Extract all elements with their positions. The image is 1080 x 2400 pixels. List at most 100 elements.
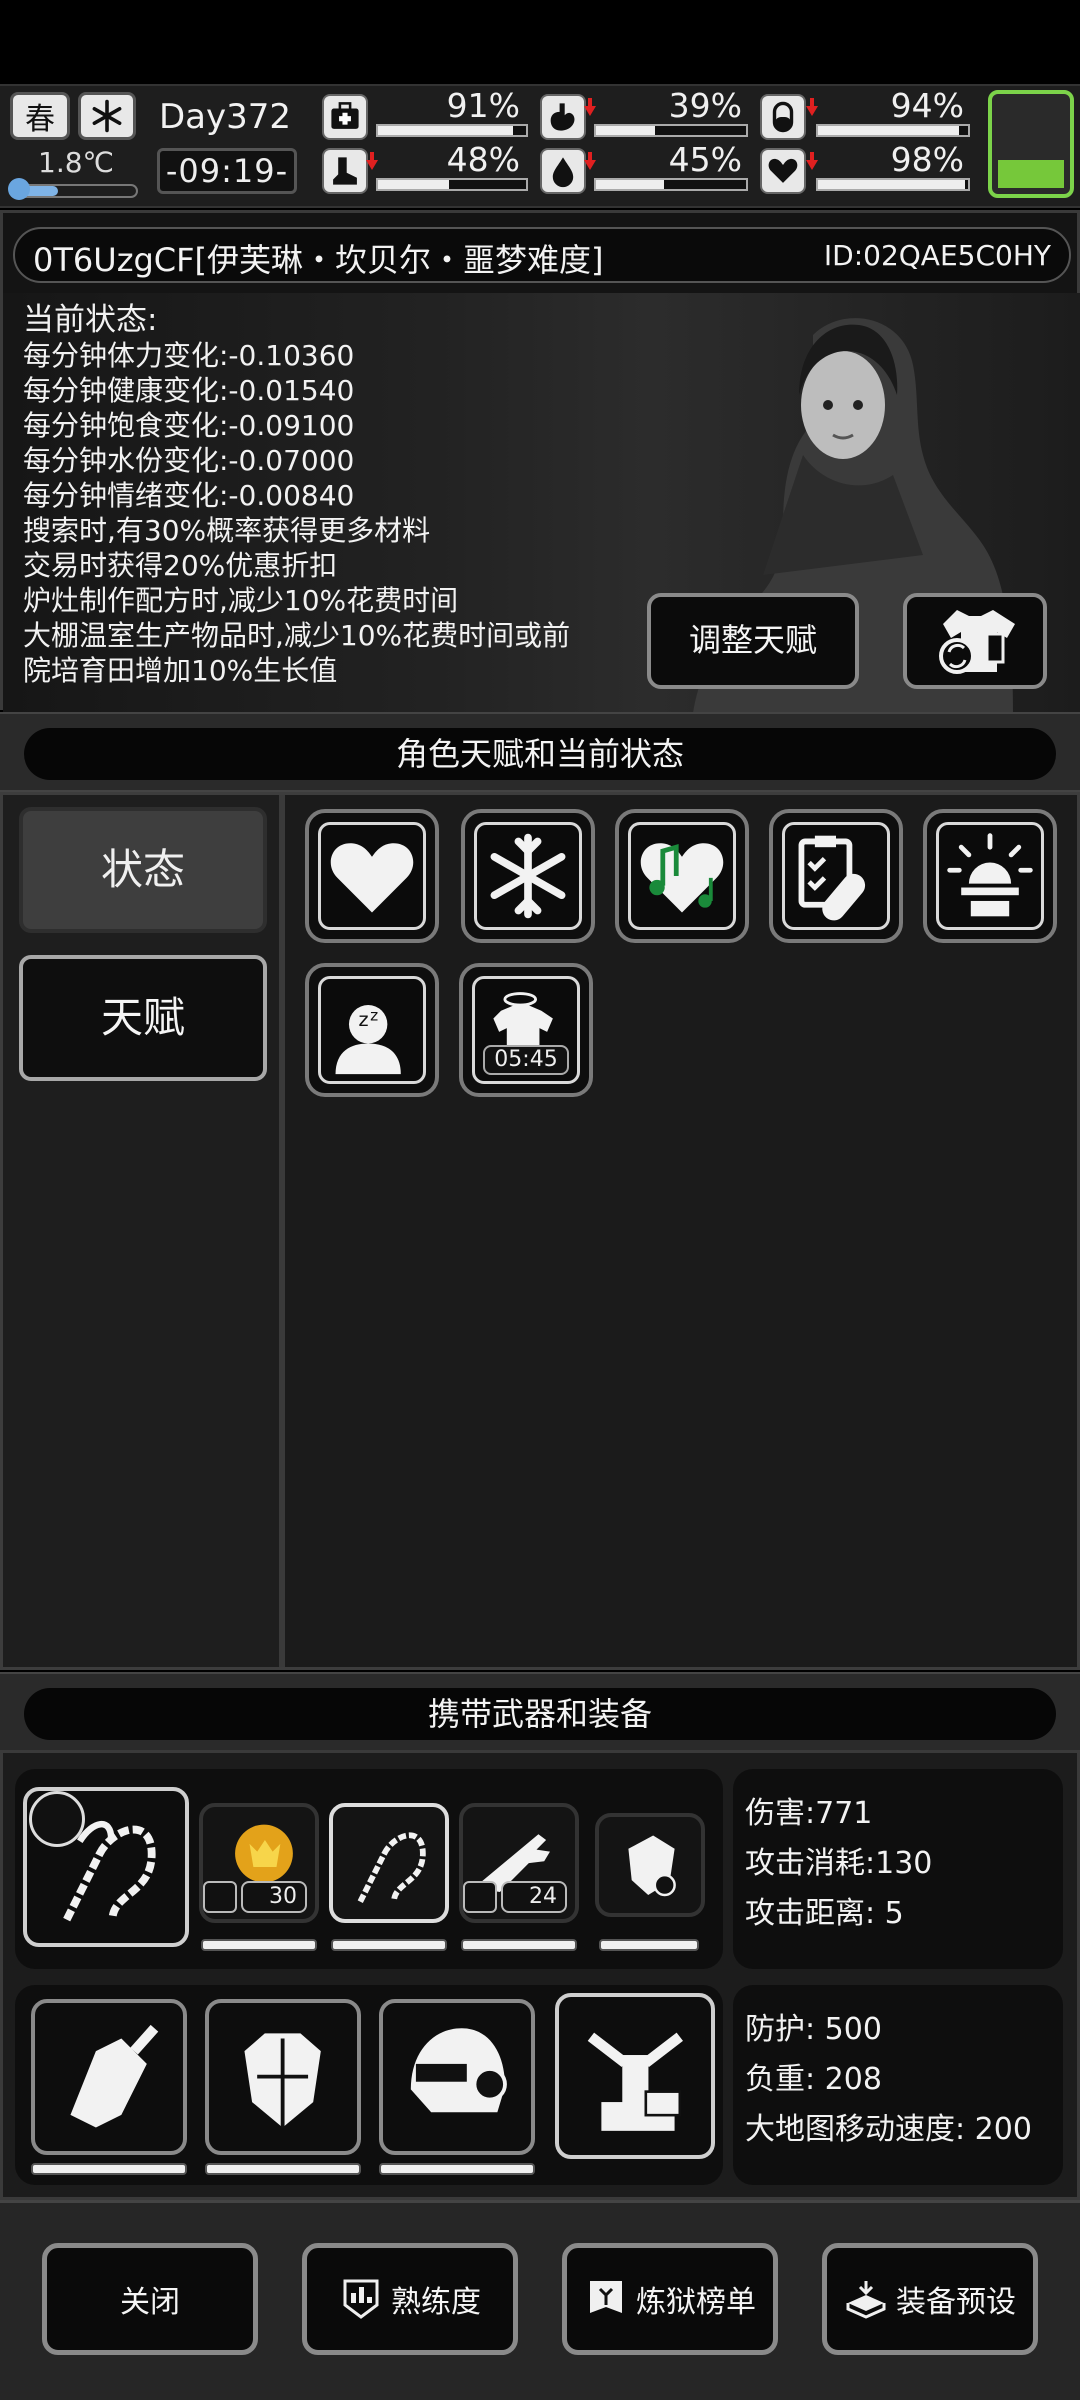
armor-row xyxy=(15,1985,723,2185)
tab-talent[interactable]: 天赋 xyxy=(19,955,267,1081)
stamina-percent: 48% xyxy=(446,140,520,179)
defense-stat: 防护: 500 xyxy=(745,2012,882,2047)
temperature: 1.8℃ xyxy=(38,146,114,179)
mood-bar xyxy=(816,178,970,191)
svg-text:z: z xyxy=(370,1006,378,1024)
proficiency-label: 熟练度 xyxy=(391,2285,481,2320)
durability-bar xyxy=(201,1939,317,1951)
preset-box-icon xyxy=(846,2281,886,2319)
status-tile[interactable]: zz xyxy=(305,963,439,1097)
talent-section-header: 角色天赋和当前状态 xyxy=(0,712,1080,792)
water-percent: 45% xyxy=(668,140,742,179)
armor-stats: 防护: 500 负重: 208 大地图移动速度: 200 xyxy=(733,1985,1063,2185)
ranking-button[interactable]: 炼狱榜单 xyxy=(562,2243,778,2355)
status-title: 当前状态: xyxy=(23,302,158,338)
status-line: 院培育田增加10%生长值 xyxy=(23,654,338,687)
tab-status[interactable]: 状态 xyxy=(19,807,267,933)
load-stat: 负重: 208 xyxy=(745,2062,882,2097)
helmet-icon xyxy=(411,2028,508,2113)
heart-icon xyxy=(760,148,806,194)
weapon-skill-badge xyxy=(29,1791,85,1847)
change-outfit-button[interactable] xyxy=(903,593,1047,689)
damage-stat: 伤害:771 xyxy=(745,1796,873,1831)
close-label: 关闭 xyxy=(120,2285,180,2320)
close-button[interactable]: 关闭 xyxy=(42,2243,258,2355)
alarm-light-icon xyxy=(947,833,1033,917)
weapon-slot[interactable]: 30 xyxy=(199,1803,319,1923)
gauntlet-icon xyxy=(70,2025,159,2128)
status-tile[interactable] xyxy=(769,809,903,943)
status-tile[interactable] xyxy=(923,809,1057,943)
armored-glove-icon xyxy=(628,1835,677,1896)
equipment-section-header: 携带武器和装备 xyxy=(0,1672,1080,1752)
armor-slot[interactable] xyxy=(379,1999,535,2155)
status-line: 每分钟体力变化:-0.10360 xyxy=(23,339,355,372)
character-panel: 0T6UzgCF[伊芙琳・坎贝尔・噩梦难度] ID:02QAE5C0HY 当前状… xyxy=(0,210,1080,713)
section-title: 携带武器和装备 xyxy=(24,1688,1056,1740)
backpack-slot[interactable] xyxy=(555,1993,715,2159)
ammo-icon xyxy=(203,1881,237,1913)
status-line: 每分钟情绪变化:-0.00840 xyxy=(23,479,355,512)
status-tile[interactable] xyxy=(305,809,439,943)
boot-icon xyxy=(322,148,368,194)
water-drop-icon xyxy=(540,148,586,194)
music-heart-icon xyxy=(640,843,724,913)
sleeping-person-icon: zz xyxy=(335,1005,401,1075)
status-tile[interactable]: 05:45 xyxy=(459,963,593,1097)
weapon-row: 30 24 xyxy=(15,1769,723,1969)
falling-indicator-icon xyxy=(584,152,596,170)
attack-cost-stat: 攻击消耗:130 xyxy=(745,1846,933,1881)
durability-bar xyxy=(331,1939,447,1951)
ammo-count: 30 xyxy=(203,1881,307,1913)
pill-icon xyxy=(760,94,806,140)
equipment-panel: 30 24 伤害:771 攻击消耗:130 攻击距离: 5 防护: 500 负重… xyxy=(0,1750,1080,2200)
proficiency-icon xyxy=(343,2279,379,2319)
character-name: 0T6UzgCF[伊芙琳・坎贝尔・噩梦难度] xyxy=(33,241,604,279)
equipment-preset-button[interactable]: 装备预设 xyxy=(822,2243,1038,2355)
durability-bar xyxy=(599,1939,699,1951)
stomach-icon xyxy=(540,94,586,140)
svg-text:z: z xyxy=(359,1008,369,1031)
medkit-icon xyxy=(322,94,368,140)
weapon-slot[interactable]: 24 xyxy=(459,1803,579,1923)
ammo-icon xyxy=(463,1881,497,1913)
temperature-bar xyxy=(14,184,138,198)
talent-area: 状态 天赋 zz 05:45 xyxy=(0,792,1080,1670)
proficiency-button[interactable]: 熟练度 xyxy=(302,2243,518,2355)
ranking-banner-icon xyxy=(590,2281,622,2313)
falling-indicator-icon xyxy=(584,98,596,116)
durability-bar xyxy=(379,2163,535,2175)
status-tile[interactable] xyxy=(615,809,749,943)
weapon-stats: 伤害:771 攻击消耗:130 攻击距离: 5 xyxy=(733,1769,1063,1969)
medicine-percent: 94% xyxy=(890,86,964,125)
thermometer-icon xyxy=(8,178,30,200)
hunger-percent: 39% xyxy=(668,86,742,125)
durability-bar xyxy=(31,2163,187,2175)
chest-armor-icon xyxy=(244,2033,322,2128)
hunger-bar xyxy=(594,124,748,137)
heart-icon xyxy=(330,843,414,913)
status-line: 搜索时,有30%概率获得更多材料 xyxy=(23,514,431,547)
health-bar xyxy=(376,124,528,137)
weapon-slot[interactable] xyxy=(595,1813,705,1917)
armor-slot[interactable] xyxy=(205,1999,361,2155)
snowflake-weather-icon xyxy=(78,92,136,140)
section-title: 角色天赋和当前状态 xyxy=(24,728,1056,780)
adjust-talent-button[interactable]: 调整天赋 xyxy=(647,593,859,689)
season-badge: 春 xyxy=(10,92,70,140)
backpack-frame-icon xyxy=(587,2032,683,2131)
map-speed-stat: 大地图移动速度: 200 xyxy=(745,2112,1032,2147)
buff-timer: 05:45 xyxy=(483,1045,569,1075)
durability-bar xyxy=(205,2163,361,2175)
status-line: 交易时获得20%优惠折扣 xyxy=(23,549,338,582)
weapon-slot[interactable] xyxy=(329,1803,449,1923)
stamina-bar xyxy=(376,178,528,191)
durability-bar xyxy=(461,1939,577,1951)
mood-percent: 98% xyxy=(890,140,964,179)
bottom-bar: 关闭 熟练度 炼狱榜单 装备预设 xyxy=(0,2200,1080,2400)
ranking-label: 炼狱榜单 xyxy=(636,2285,756,2320)
snowflake-icon xyxy=(490,833,566,919)
status-tile[interactable] xyxy=(461,809,595,943)
clipboard-bandage-icon xyxy=(798,835,866,921)
armor-slot[interactable] xyxy=(31,1999,187,2155)
